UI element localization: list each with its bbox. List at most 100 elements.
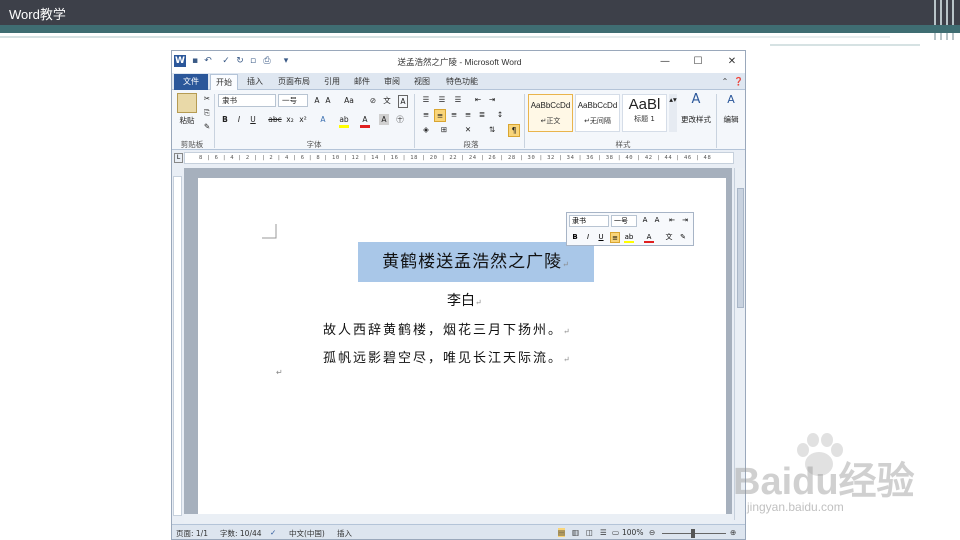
align-left-icon[interactable]: ≡ xyxy=(420,109,432,120)
mini-increase-indent-icon[interactable]: ⇥ xyxy=(680,215,690,226)
tab-view[interactable]: 视图 xyxy=(410,74,434,90)
align-center-icon[interactable]: ≡ xyxy=(434,109,446,122)
decrease-indent-icon[interactable]: ⇤ xyxy=(472,94,484,105)
sort-icon[interactable]: ⇅ xyxy=(486,124,498,135)
web-layout-view-icon[interactable]: ◫ xyxy=(586,528,593,537)
help-icon[interactable]: ❓ xyxy=(733,74,744,90)
tab-selector-icon[interactable]: L xyxy=(174,153,183,163)
format-painter-brush-icon[interactable]: ✎ xyxy=(202,121,212,132)
tab-file[interactable]: 文件 xyxy=(174,74,208,90)
mini-format-painter-icon[interactable]: ✎ xyxy=(678,232,688,243)
phonetic-guide-icon[interactable]: 文 xyxy=(382,95,392,106)
font-color-icon[interactable]: A xyxy=(360,114,370,128)
increase-indent-icon[interactable]: ⇥ xyxy=(486,94,498,105)
draft-view-icon[interactable]: ▭ xyxy=(612,528,619,537)
shrink-font-icon[interactable]: A xyxy=(323,95,333,106)
paste-button[interactable]: 粘贴 xyxy=(174,115,200,126)
horizontal-ruler[interactable]: 8 | 6 | 4 | 2 | | 2 | 4 | 6 | 8 | 10 | 1… xyxy=(184,152,734,164)
mini-font-size[interactable]: 一号 xyxy=(611,215,637,227)
change-styles-icon[interactable]: A xyxy=(682,93,710,106)
document-area[interactable]: 黄鹤楼送孟浩然之广陵↵ 李白↵ 故人西辞黄鹤楼，烟花三月下扬州。↵ 孤帆远影碧空… xyxy=(184,168,732,520)
char-border-icon[interactable]: A xyxy=(398,95,408,108)
strikethrough-button[interactable]: abc xyxy=(268,114,282,125)
tab-insert[interactable]: 插入 xyxy=(242,74,268,90)
justify-icon[interactable]: ≡ xyxy=(462,109,474,120)
borders-icon[interactable]: ⊞ xyxy=(438,124,450,135)
subscript-button[interactable]: x₂ xyxy=(285,114,295,125)
styles-scroll-icon[interactable]: ▴▾ xyxy=(669,94,677,132)
clear-format-icon[interactable]: ⊘ xyxy=(368,95,378,106)
char-shading-icon[interactable]: A xyxy=(379,114,389,125)
highlight-icon[interactable]: ab xyxy=(339,114,349,128)
copy-icon[interactable]: ⎘ xyxy=(202,107,212,118)
superscript-button[interactable]: x² xyxy=(298,114,308,125)
tab-special[interactable]: 特色功能 xyxy=(440,74,484,90)
mini-bold-button[interactable]: B xyxy=(570,232,580,243)
mini-font-name[interactable]: 隶书 xyxy=(569,215,609,227)
mini-center-icon[interactable]: ≡ xyxy=(610,232,620,243)
print-layout-view-icon[interactable]: ▤ xyxy=(558,528,566,537)
status-words[interactable]: 字数: 10/44 xyxy=(220,528,262,539)
poem-title[interactable]: 黄鹤楼送孟浩然之广陵↵ xyxy=(358,242,594,282)
zoom-out-icon[interactable]: ⊖ xyxy=(649,528,655,537)
numbering-icon[interactable]: ☰ xyxy=(436,94,448,105)
editing-button[interactable]: 编辑 xyxy=(718,114,744,125)
status-zoom[interactable]: 100% xyxy=(622,528,643,537)
tab-home[interactable]: 开始 xyxy=(210,74,238,90)
text-effects-icon[interactable]: A xyxy=(318,114,328,125)
mini-highlight-icon[interactable]: ab xyxy=(624,232,634,243)
mini-shrink-font-icon[interactable]: A xyxy=(652,215,662,226)
status-mode[interactable]: 插入 xyxy=(337,528,352,539)
horizontal-scrollbar[interactable] xyxy=(184,514,732,523)
paste-icon[interactable] xyxy=(177,93,197,113)
proofing-icon[interactable]: ✓ xyxy=(270,528,276,537)
font-size-combobox[interactable]: 一号 xyxy=(278,94,308,107)
style-heading-1[interactable]: AaBl 标题 1 xyxy=(622,94,667,132)
tab-mailings[interactable]: 邮件 xyxy=(350,74,374,90)
bold-button[interactable]: B xyxy=(220,114,230,125)
mini-phonetic-icon[interactable]: 文 xyxy=(664,232,674,243)
enclose-char-icon[interactable]: ㊉ xyxy=(394,114,406,125)
status-page[interactable]: 页面: 1/1 xyxy=(176,528,208,539)
status-language[interactable]: 中文(中国) xyxy=(289,528,325,539)
find-icon[interactable]: A xyxy=(720,94,742,105)
mini-grow-font-icon[interactable]: A xyxy=(640,215,650,226)
bullets-icon[interactable]: ☰ xyxy=(420,94,432,105)
distributed-icon[interactable]: ≣ xyxy=(476,109,488,120)
chinese-layout-icon[interactable]: ✕ xyxy=(462,124,474,135)
cut-icon[interactable]: ✂ xyxy=(202,93,212,104)
tab-references[interactable]: 引用 xyxy=(320,74,344,90)
italic-button[interactable]: I xyxy=(234,114,244,125)
poem-line-1[interactable]: 故人西辞黄鹤楼，烟花三月下扬州。↵ xyxy=(323,319,572,338)
change-case-icon[interactable]: Aa xyxy=(342,95,356,106)
full-screen-view-icon[interactable]: ▥ xyxy=(572,528,579,537)
tab-review[interactable]: 审阅 xyxy=(380,74,404,90)
maximize-button[interactable]: ☐ xyxy=(687,53,709,71)
mini-font-color-icon[interactable]: A xyxy=(644,232,654,243)
close-button[interactable]: ✕ xyxy=(721,53,743,71)
mini-underline-button[interactable]: U xyxy=(596,232,606,243)
mini-italic-button[interactable]: I xyxy=(583,232,593,243)
style-no-spacing[interactable]: AaBbCcDd ↵无间隔 xyxy=(575,94,620,132)
show-marks-icon[interactable]: ¶ xyxy=(508,124,520,137)
shading-icon[interactable]: ◈ xyxy=(420,124,432,135)
line-spacing-icon[interactable]: ↕ xyxy=(494,109,506,120)
minimize-ribbon-icon[interactable]: ⌃ xyxy=(720,74,730,90)
zoom-in-icon[interactable]: ⊕ xyxy=(730,528,736,537)
minimize-button[interactable]: — xyxy=(654,53,676,71)
tab-page-layout[interactable]: 页面布局 xyxy=(272,74,316,90)
vertical-ruler[interactable] xyxy=(173,176,182,516)
mini-decrease-indent-icon[interactable]: ⇤ xyxy=(667,215,677,226)
change-styles-button[interactable]: 更改样式 xyxy=(677,114,715,125)
poem-line-2[interactable]: 孤帆远影碧空尽，唯见长江天际流。↵ xyxy=(323,347,572,366)
document-page[interactable]: 黄鹤楼送孟浩然之广陵↵ 李白↵ 故人西辞黄鹤楼，烟花三月下扬州。↵ 孤帆远影碧空… xyxy=(198,178,726,518)
underline-button[interactable]: U xyxy=(248,114,258,125)
zoom-slider-thumb[interactable] xyxy=(691,529,695,538)
font-name-combobox[interactable]: 隶书 xyxy=(218,94,276,107)
multilevel-list-icon[interactable]: ☰ xyxy=(452,94,464,105)
poem-author[interactable]: 李白↵ xyxy=(447,290,482,310)
grow-font-icon[interactable]: A xyxy=(312,95,322,106)
style-normal[interactable]: AaBbCcDd ↵正文 xyxy=(528,94,573,132)
outline-view-icon[interactable]: ☰ xyxy=(600,528,607,537)
align-right-icon[interactable]: ≡ xyxy=(448,109,460,120)
